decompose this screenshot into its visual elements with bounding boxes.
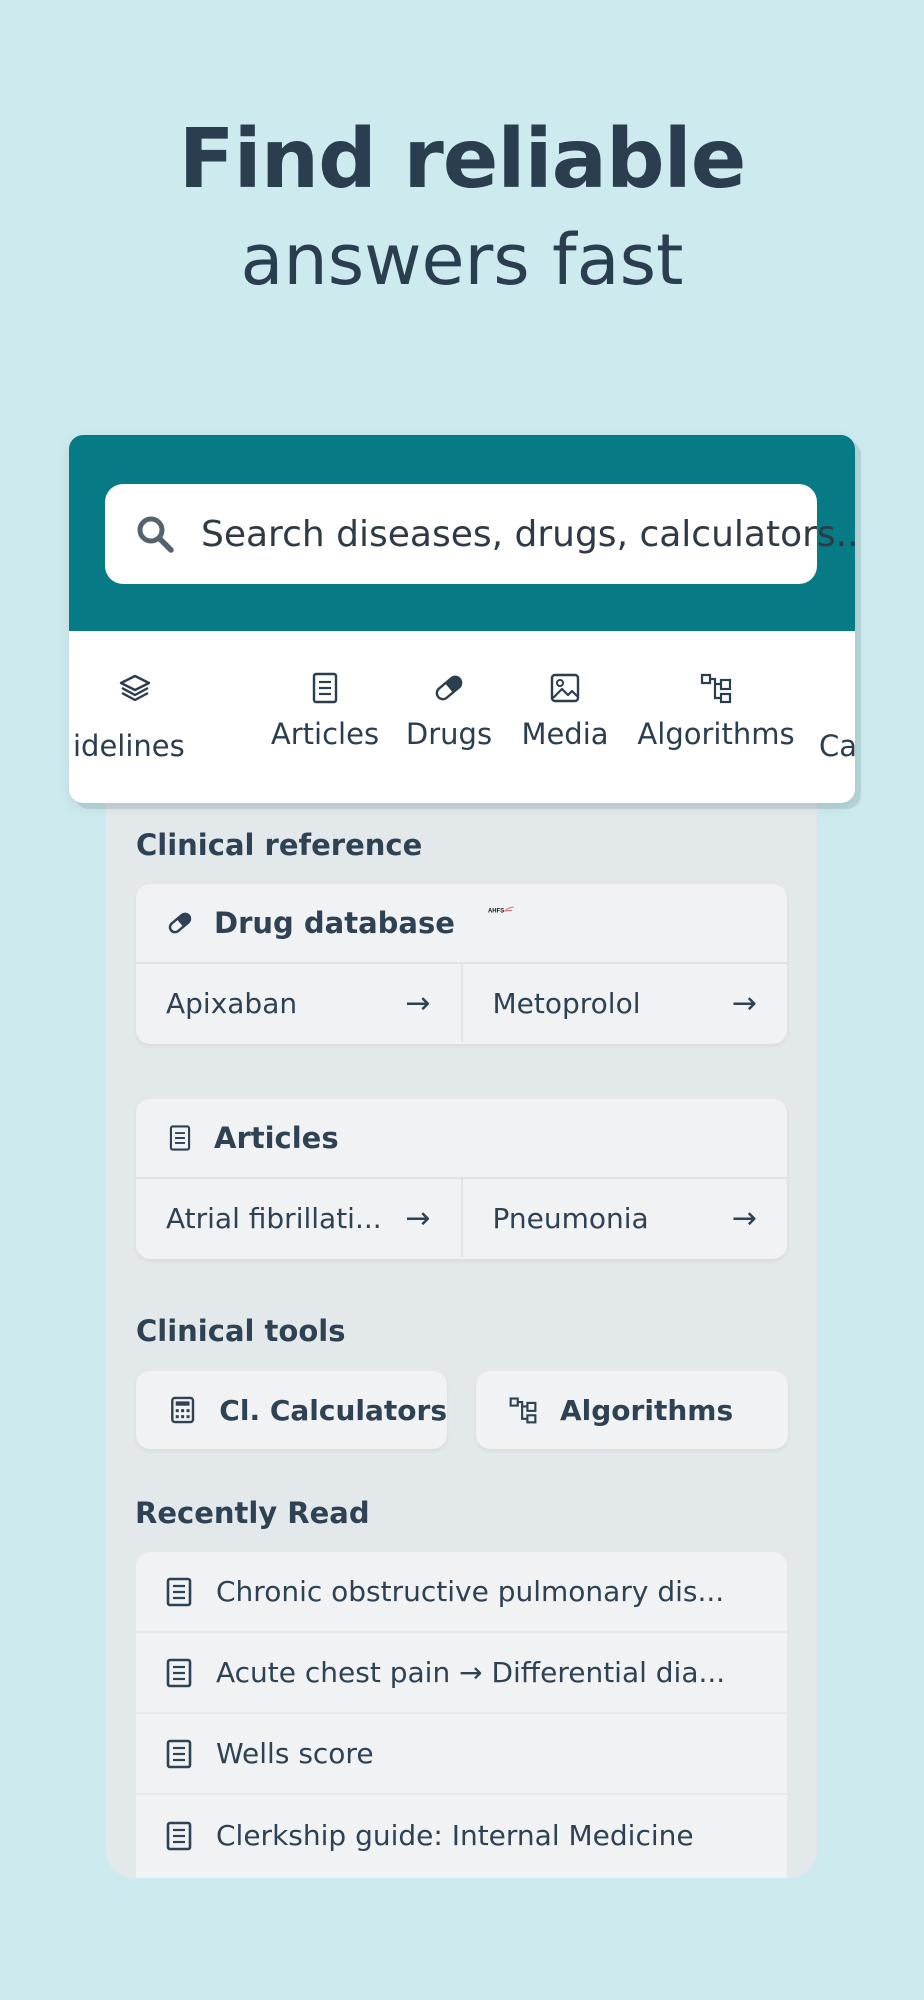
recent-item[interactable]: Wells score: [136, 1714, 787, 1795]
search-input[interactable]: Search diseases, drugs, calculators...: [105, 484, 855, 584]
document-icon: [166, 1739, 192, 1768]
document-icon: [166, 1821, 192, 1850]
tool-algorithms-button[interactable]: Algorithms: [476, 1371, 788, 1449]
arrow-right-icon: →: [405, 1200, 431, 1236]
layers-icon: [119, 674, 151, 702]
category-bar: idelines Articles Drugs Media Algorithms…: [69, 631, 855, 803]
section-title-clinical-reference: Clinical reference: [136, 828, 423, 862]
tool-label: Cl. Calculators: [219, 1393, 447, 1427]
category-label: Media: [521, 717, 609, 751]
recent-item[interactable]: Clerkship guide: Internal Medicine: [136, 1795, 787, 1876]
category-articles[interactable]: Articles: [269, 631, 381, 803]
category-label: Calculat: [819, 729, 855, 763]
section-title-recently-read: Recently Read: [135, 1496, 370, 1530]
calculator-icon: [171, 1396, 195, 1424]
document-icon: [312, 672, 338, 704]
arrow-right-icon: →: [405, 985, 431, 1021]
arrow-right-icon: →: [731, 1200, 757, 1236]
document-icon: [166, 1658, 192, 1687]
search-placeholder: Search diseases, drugs, calculators...: [201, 513, 855, 555]
arrow-right-icon: →: [731, 985, 757, 1021]
articles-title: Articles: [214, 1121, 339, 1155]
recent-item-title: Wells score: [216, 1737, 374, 1770]
document-icon: [166, 1577, 192, 1606]
article-link-pneumonia[interactable]: Pneumonia →: [460, 1179, 788, 1257]
recent-item-title: Chronic obstructive pulmonary dis...: [216, 1575, 725, 1608]
category-label: idelines: [73, 729, 185, 763]
category-label: Drugs: [405, 717, 493, 751]
recent-item-title: Clerkship guide: Internal Medicine: [216, 1819, 694, 1852]
flowchart-icon: [700, 673, 732, 704]
document-icon: [169, 1125, 191, 1151]
image-icon: [550, 673, 580, 703]
recent-item-title: Acute chest pain → Differential dia...: [216, 1656, 726, 1689]
flowchart-icon: [509, 1397, 537, 1424]
drug-link-label: Metoprolol: [492, 986, 641, 1020]
drug-link-metoprolol[interactable]: Metoprolol →: [460, 964, 788, 1042]
headline-line-1: Find reliable: [178, 112, 747, 207]
app-screen: Find reliable answers fast Search diseas…: [0, 0, 924, 2000]
category-media[interactable]: Media: [515, 631, 615, 803]
category-algorithms[interactable]: Algorithms: [636, 631, 796, 803]
pill-icon: [435, 675, 463, 701]
ahfs-logo-text: AHFS: [488, 908, 504, 914]
recent-item[interactable]: Acute chest pain → Differential dia...: [136, 1633, 787, 1714]
category-guidelines[interactable]: idelines: [73, 631, 195, 803]
drug-database-header[interactable]: Drug database AHFS: [136, 884, 787, 964]
article-link-atrial-fibrillation[interactable]: Atrial fibrillati... →: [136, 1179, 461, 1257]
articles-card: Articles Atrial fibrillati... → Pneumoni…: [136, 1099, 787, 1259]
category-drugs[interactable]: Drugs: [399, 631, 499, 803]
headline-line-2: answers fast: [240, 219, 684, 301]
promo-headline: Find reliable answers fast: [0, 110, 924, 310]
articles-header[interactable]: Articles: [136, 1099, 787, 1179]
search-card: Search diseases, drugs, calculators... i…: [69, 435, 855, 803]
article-quick-links: Atrial fibrillati... → Pneumonia →: [136, 1179, 787, 1257]
category-label: Articles: [270, 717, 380, 751]
recently-read-list: Chronic obstructive pulmonary dis... Acu…: [136, 1552, 787, 1878]
recent-item[interactable]: Chronic obstructive pulmonary dis...: [136, 1552, 787, 1633]
tool-label: Algorithms: [560, 1393, 734, 1427]
category-calculators[interactable]: Calculat: [819, 631, 855, 803]
section-title-clinical-tools: Clinical tools: [136, 1314, 346, 1348]
drug-database-card: Drug database AHFS Apixaban → Metoprolol…: [136, 884, 787, 1044]
search-icon: [137, 516, 174, 553]
article-link-label: Atrial fibrillati...: [166, 1201, 382, 1235]
pill-icon: [168, 912, 192, 934]
article-link-label: Pneumonia: [492, 1201, 649, 1235]
drug-database-title: Drug database: [214, 906, 455, 940]
drug-quick-links: Apixaban → Metoprolol →: [136, 964, 787, 1042]
ahfs-logo: AHFS: [488, 906, 514, 914]
tool-calculators-button[interactable]: Cl. Calculators: [136, 1371, 447, 1449]
drug-link-label: Apixaban: [166, 986, 298, 1020]
drug-link-apixaban[interactable]: Apixaban →: [136, 964, 461, 1042]
category-label: Algorithms: [637, 717, 795, 751]
